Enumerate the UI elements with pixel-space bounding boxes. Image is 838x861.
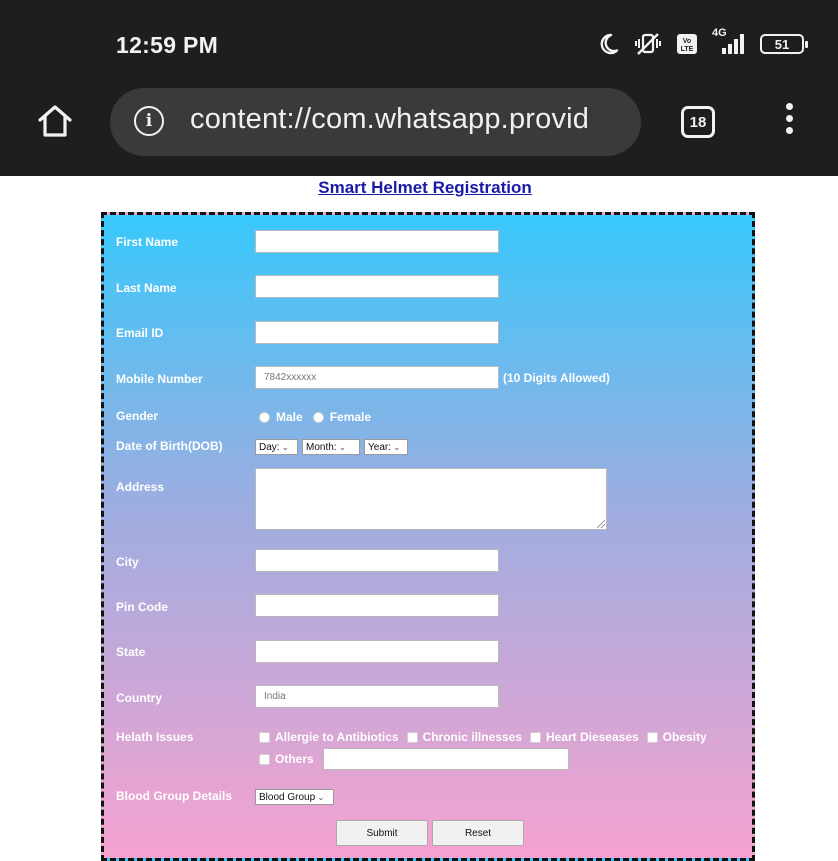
battery-level: 51: [774, 36, 790, 52]
gender-label: Gender: [116, 409, 159, 423]
email-label: Email ID: [116, 326, 164, 340]
blood-group-label: Blood Group Details: [116, 789, 233, 803]
dob-year-select[interactable]: Year: ⌄: [364, 439, 408, 455]
dob-day-select[interactable]: Day: ⌄: [255, 439, 298, 455]
moon-icon: [596, 32, 620, 56]
mobile-hint: (10 Digits Allowed): [503, 371, 610, 385]
home-icon: [38, 105, 72, 137]
url-text[interactable]: content://com.whatsapp.provid: [190, 103, 589, 136]
info-icon[interactable]: i: [134, 106, 164, 136]
browser-chrome: 12:59 PM Vo LTE 4G 51 i content://com.wha…: [0, 0, 838, 176]
city-input[interactable]: [255, 549, 499, 572]
chevron-down-icon: ⌄: [338, 441, 347, 452]
reset-button[interactable]: Reset: [432, 820, 524, 846]
dob-month-value: Month:: [306, 441, 337, 453]
obesity-checkbox[interactable]: [646, 731, 658, 743]
address-textarea[interactable]: [255, 468, 607, 530]
first-name-label: First Name: [116, 235, 179, 249]
svg-text:Vo: Vo: [683, 38, 691, 45]
dob-day-value: Day:: [259, 441, 280, 453]
male-radio[interactable]: [259, 411, 270, 423]
country-label: Country: [116, 691, 162, 705]
last-name-label: Last Name: [116, 281, 177, 295]
tab-count: 18: [689, 113, 707, 131]
battery-icon: 51: [760, 34, 808, 54]
page-title[interactable]: Smart Helmet Registration: [0, 178, 838, 198]
submit-button[interactable]: Submit: [336, 820, 428, 846]
last-name-input[interactable]: [255, 275, 499, 298]
vibrate-mute-icon: [634, 32, 662, 56]
pin-code-input[interactable]: [255, 594, 499, 617]
heart-label: Heart Dieseases: [545, 730, 639, 744]
signal-icon: 4G: [712, 28, 746, 56]
health-others-row: Others: [259, 752, 317, 766]
chevron-down-icon: ⌄: [392, 441, 401, 452]
volte-icon: Vo LTE: [676, 33, 698, 55]
obesity-label: Obesity: [662, 730, 707, 744]
others-input[interactable]: [323, 748, 569, 770]
pin-code-label: Pin Code: [116, 600, 169, 614]
male-label: Male: [276, 410, 303, 424]
blood-group-value: Blood Group: [259, 791, 316, 803]
network-type-label: 4G: [712, 27, 727, 39]
address-label: Address: [116, 480, 165, 494]
svg-text:LTE: LTE: [681, 46, 694, 53]
allergy-label: Allergie to Antibiotics: [275, 730, 399, 744]
heart-checkbox[interactable]: [529, 731, 541, 743]
dob-month-select[interactable]: Month: ⌄: [302, 439, 360, 455]
state-input[interactable]: [255, 640, 499, 663]
dob-label: Date of Birth(DOB): [116, 439, 223, 453]
gender-options: Male Female: [259, 410, 375, 424]
others-label: Others: [275, 752, 314, 766]
registration-form: First Name Last Name Email ID Mobile Num…: [101, 212, 755, 861]
blood-group-select[interactable]: Blood Group ⌄: [255, 789, 334, 805]
others-checkbox[interactable]: [259, 753, 270, 765]
health-issues-label: Helath Issues: [116, 730, 194, 744]
chevron-down-icon: ⌄: [281, 441, 290, 452]
chronic-checkbox[interactable]: [406, 731, 418, 743]
city-label: City: [116, 555, 139, 569]
resize-handle-icon[interactable]: [597, 520, 605, 528]
more-menu-icon[interactable]: [782, 103, 796, 141]
dob-year-value: Year:: [368, 441, 391, 453]
status-time: 12:59 PM: [116, 32, 219, 58]
mobile-label: Mobile Number: [116, 372, 203, 386]
first-name-input[interactable]: [255, 230, 499, 253]
chevron-down-icon: ⌄: [317, 791, 325, 802]
chronic-label: Chronic illnesses: [422, 730, 522, 744]
female-radio[interactable]: [312, 411, 324, 423]
allergy-checkbox[interactable]: [259, 731, 270, 743]
state-label: State: [116, 645, 146, 659]
mobile-input[interactable]: 7842xxxxxx: [255, 366, 499, 389]
email-input[interactable]: [255, 321, 499, 344]
status-icons: Vo LTE 4G 51: [596, 28, 808, 58]
address-bar[interactable]: i content://com.whatsapp.provid: [110, 88, 641, 156]
home-button[interactable]: [36, 103, 74, 144]
female-label: Female: [329, 410, 372, 424]
tab-switcher-button[interactable]: 18: [681, 106, 715, 138]
country-input[interactable]: India: [255, 685, 499, 708]
health-options-row: Allergie to Antibiotics Chronic illnesse…: [259, 730, 710, 744]
